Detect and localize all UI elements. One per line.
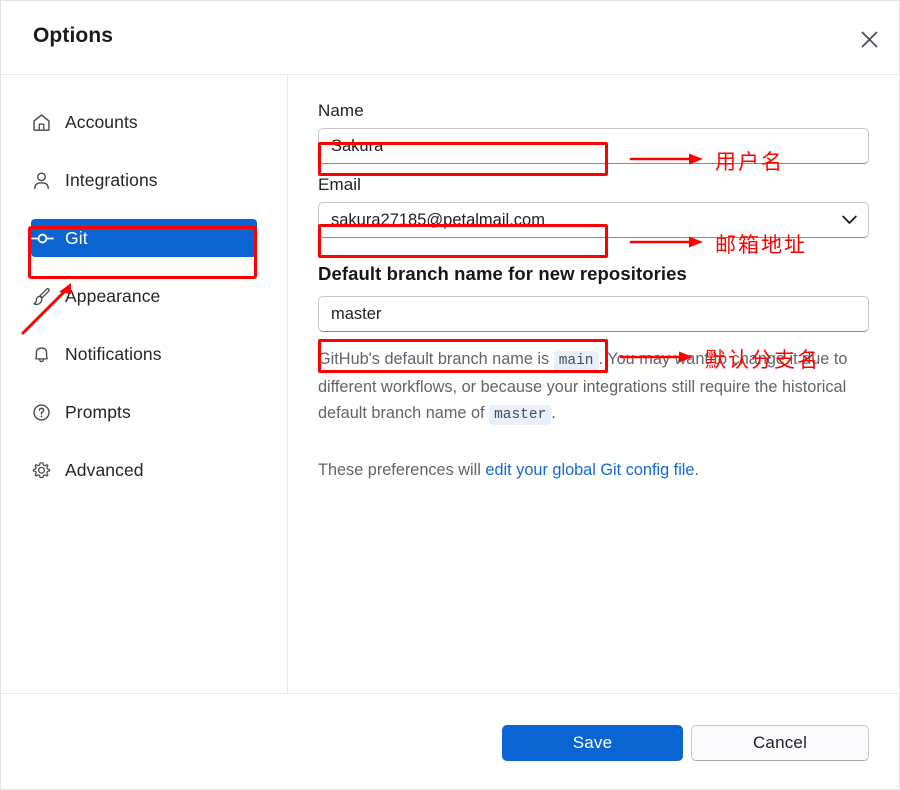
sidebar-item-git[interactable]: Git — [31, 219, 257, 257]
sidebar-item-label: Integrations — [65, 169, 158, 190]
code-chip-main: main — [553, 351, 599, 371]
person-icon — [31, 170, 65, 191]
sidebar-item-prompts[interactable]: Prompts — [31, 393, 257, 431]
preferences-line: These preferences will edit your global … — [318, 461, 869, 480]
name-input-value: Sakura — [331, 136, 384, 155]
sidebar-item-label: Accounts — [65, 111, 138, 132]
question-circle-icon — [31, 402, 65, 423]
desc-part-1: GitHub's default branch name is — [318, 350, 554, 368]
sidebar-item-notifications[interactable]: Notifications — [31, 335, 257, 373]
global-git-config-link[interactable]: edit your global Git config file — [485, 461, 694, 479]
sidebar-item-label: Advanced — [65, 459, 144, 480]
sidebar-item-advanced[interactable]: Advanced — [31, 451, 257, 489]
email-input[interactable]: sakura27185@petalmail.com — [318, 202, 869, 238]
email-input-value: sakura27185@petalmail.com — [331, 210, 545, 229]
paintbrush-icon — [31, 286, 65, 307]
name-input[interactable]: Sakura — [318, 128, 869, 164]
sidebar-item-integrations[interactable]: Integrations — [31, 161, 257, 199]
gear-icon — [31, 460, 65, 481]
git-commit-icon — [31, 228, 65, 249]
bell-icon — [31, 344, 65, 365]
sidebar-item-label: Git — [65, 227, 88, 248]
sidebar-item-accounts[interactable]: Accounts — [31, 103, 257, 141]
default-branch-input[interactable]: master — [318, 296, 869, 332]
page-title: Options — [33, 24, 114, 47]
chevron-down-icon[interactable] — [842, 215, 857, 225]
sidebar-item-label: Appearance — [65, 285, 161, 306]
cancel-button[interactable]: Cancel — [691, 725, 869, 761]
name-label: Name — [318, 101, 364, 120]
sidebar-item-label: Prompts — [65, 401, 131, 422]
branch-description: GitHub's default branch name is main. Yo… — [318, 346, 863, 428]
home-icon — [31, 112, 65, 133]
options-dialog: Options Accounts Integrations Git Appear… — [0, 0, 900, 790]
save-button[interactable]: Save — [502, 725, 683, 761]
code-chip-master: master — [489, 405, 552, 425]
email-label: Email — [318, 175, 362, 194]
git-settings-panel: Name Sakura Email sakura27185@petalmail.… — [289, 76, 899, 693]
default-branch-value: master — [331, 304, 382, 323]
close-button[interactable] — [851, 21, 887, 57]
close-icon — [861, 31, 878, 48]
dialog-titlebar: Options — [1, 1, 899, 75]
preferences-suffix: . — [694, 461, 700, 479]
dialog-footer: Save Cancel — [1, 693, 899, 789]
settings-sidebar: Accounts Integrations Git Appearance Not… — [1, 76, 288, 693]
sidebar-item-appearance[interactable]: Appearance — [31, 277, 257, 315]
desc-part-3: . — [551, 404, 556, 422]
branch-section-heading: Default branch name for new repositories — [318, 263, 687, 284]
sidebar-item-label: Notifications — [65, 343, 162, 364]
preferences-prefix: These preferences will — [318, 461, 486, 479]
